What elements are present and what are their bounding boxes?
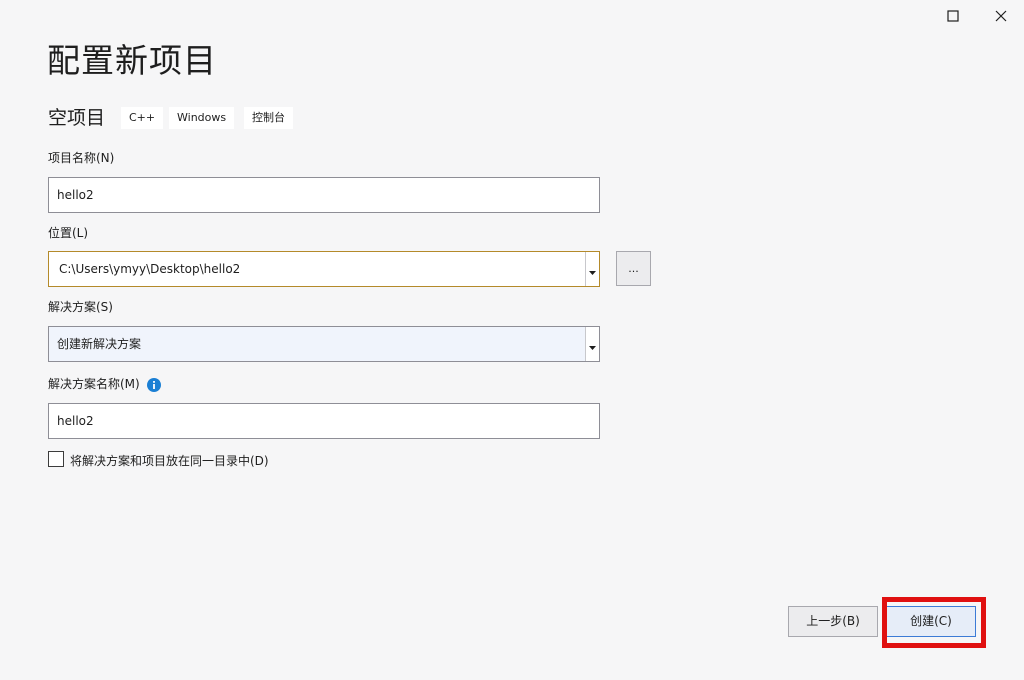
- close-icon: [995, 10, 1007, 22]
- project-name-value: hello2: [57, 188, 94, 202]
- info-icon[interactable]: [147, 377, 161, 392]
- tag-language: C++: [121, 107, 164, 129]
- chevron-down-icon: [589, 260, 596, 279]
- project-name-label: 项目名称(N): [48, 151, 115, 165]
- location-dropdown-button[interactable]: [585, 252, 599, 286]
- same-directory-checkbox[interactable]: [48, 451, 64, 467]
- project-name-input[interactable]: hello2: [48, 177, 600, 213]
- maximize-button[interactable]: [941, 4, 965, 28]
- close-button[interactable]: [989, 4, 1013, 28]
- solution-name-input[interactable]: hello2: [48, 403, 600, 439]
- template-name: 空项目: [48, 107, 106, 129]
- solution-name-label: 解决方案名称(M): [48, 377, 140, 391]
- chevron-down-icon: [589, 335, 596, 354]
- location-combobox[interactable]: C:\Users\ymyy\Desktop\hello2: [48, 251, 600, 287]
- location-label: 位置(L): [48, 226, 89, 240]
- maximize-icon: [947, 10, 959, 22]
- solution-dropdown-button[interactable]: [585, 327, 599, 361]
- solution-select[interactable]: 创建新解决方案: [48, 326, 600, 362]
- same-directory-label[interactable]: 将解决方案和项目放在同一目录中(D): [70, 453, 269, 469]
- tag-project-type: 控制台: [244, 107, 293, 129]
- back-button[interactable]: 上一步(B): [788, 606, 878, 637]
- solution-name-value: hello2: [57, 414, 94, 428]
- solution-value: 创建新解决方案: [57, 337, 142, 351]
- tag-platform: Windows: [169, 107, 235, 129]
- browse-button[interactable]: ...: [616, 251, 651, 286]
- create-button[interactable]: 创建(C): [886, 606, 976, 637]
- location-value: C:\Users\ymyy\Desktop\hello2: [59, 262, 241, 276]
- solution-label: 解决方案(S): [48, 300, 113, 314]
- page-title: 配置新项目: [47, 41, 217, 80]
